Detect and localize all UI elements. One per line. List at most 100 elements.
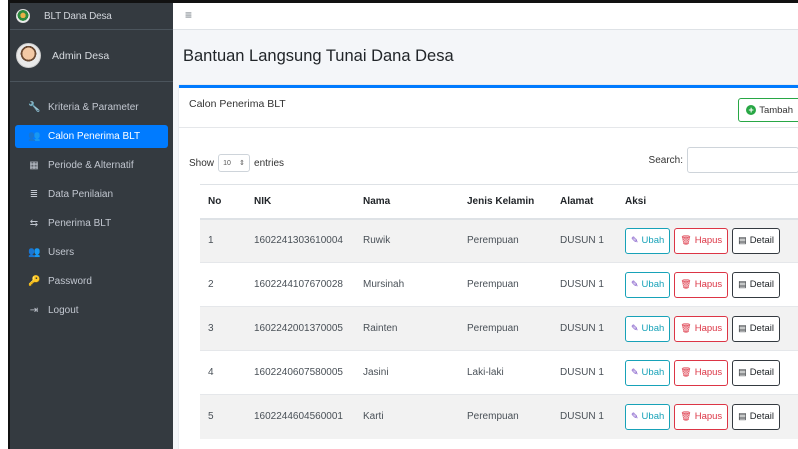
edit-button-label: Ubah xyxy=(641,279,665,290)
add-button-label: Tambah xyxy=(759,104,793,116)
hamburger-menu-icon[interactable]: ≡ xyxy=(185,8,192,22)
cell-actions: ✎ Ubah 🗑 Hapus ▤ Detail xyxy=(617,394,798,439)
cell-jenis-kelamin: Perempuan xyxy=(459,262,552,307)
cell-no: 4 xyxy=(200,350,246,395)
sidebar-item-logout[interactable]: ⇥ Logout xyxy=(15,299,168,322)
cell-alamat: DUSUN 1 xyxy=(552,306,617,351)
database-icon: ≣ xyxy=(29,189,39,200)
list-icon: ▤ xyxy=(738,279,747,289)
delete-button-label: Hapus xyxy=(694,279,723,290)
delete-button-label: Hapus xyxy=(694,323,723,334)
sidebar-item-periode-alternatif[interactable]: ▦ Periode & Alternatif xyxy=(15,154,168,177)
cell-nik: 1602244604560001 xyxy=(246,394,355,439)
column-header[interactable]: Aksi xyxy=(617,184,798,220)
column-header[interactable]: Alamat xyxy=(552,184,617,220)
users-icon: 👥 xyxy=(28,131,41,142)
key-icon: 🔑 xyxy=(28,276,41,287)
sidebar-item-label: Password xyxy=(48,276,92,287)
delete-button[interactable]: 🗑 Hapus xyxy=(674,271,729,298)
cell-jenis-kelamin: Perempuan xyxy=(459,218,552,263)
sidebar-item-label: Periode & Alternatif xyxy=(48,160,134,171)
column-header[interactable]: No xyxy=(200,184,246,220)
pencil-icon: ✎ xyxy=(631,411,639,422)
delete-button-label: Hapus xyxy=(694,411,723,423)
entries-label: entries xyxy=(254,157,285,169)
people-arrows-icon: ⇆ xyxy=(29,218,39,229)
detail-button-label: Detail xyxy=(749,367,774,378)
table-row: 4 1602240607580005 Jasini Laki-laki DUSUN 1 ✎… xyxy=(200,350,798,395)
pencil-icon: ✎ xyxy=(631,323,639,333)
sidebar-item-users[interactable]: 👥 Users xyxy=(15,241,168,264)
row-actions: ✎ Ubah 🗑 Hapus ▤ Detail xyxy=(625,271,798,298)
main-content: Bantuan Langsung Tunai Dana Desa Calon P… xyxy=(173,30,798,449)
data-table: No NIK Nama Jenis Kelamin Alamat Aksi 1 160224… xyxy=(200,184,798,439)
add-button[interactable]: + Tambah xyxy=(738,98,798,122)
app-window: BLT Dana Desa Admin Desa 🔧 Kriteria & Par… xyxy=(8,0,798,449)
user-group-icon: 👥 xyxy=(28,247,41,258)
pencil-icon: ✎ xyxy=(631,367,639,377)
detail-button[interactable]: ▤ Detail xyxy=(732,403,780,430)
column-header[interactable]: Jenis Kelamin xyxy=(459,184,552,220)
topbar: ≡ xyxy=(173,3,798,30)
detail-button[interactable]: ▤ Detail xyxy=(732,271,780,298)
card-header: Calon Penerima BLT + Tambah xyxy=(179,88,798,128)
row-actions: ✎ Ubah 🗑 Hapus ▤ Detail xyxy=(625,315,798,342)
brand[interactable]: BLT Dana Desa xyxy=(10,3,173,30)
row-actions: ✎ Ubah 🗑 Hapus ▤ Detail xyxy=(625,359,798,386)
cell-nama: Karti xyxy=(355,394,459,439)
edit-button[interactable]: ✎ Ubah xyxy=(625,271,671,298)
cell-nama: Mursinah xyxy=(355,262,459,307)
column-header[interactable]: Nama xyxy=(355,184,459,220)
cell-actions: ✎ Ubah 🗑 Hapus ▤ Detail xyxy=(617,218,798,263)
wrench-icon: 🔧 xyxy=(28,102,41,113)
trash-icon: 🗑 xyxy=(680,279,692,289)
sidebar-item-kriteria-parameter[interactable]: 🔧 Kriteria & Parameter xyxy=(15,96,168,119)
sort-caret-icon: ⇕ xyxy=(239,160,245,167)
sidebar-item-penerima-blt[interactable]: ⇆ Penerima BLT xyxy=(15,212,168,235)
cell-no: 1 xyxy=(200,218,246,263)
brand-title: BLT Dana Desa xyxy=(44,10,112,22)
edit-button[interactable]: ✎ Ubah xyxy=(625,227,671,254)
pencil-icon: ✎ xyxy=(631,235,639,246)
trash-icon: 🗑 xyxy=(680,411,692,422)
search-input[interactable] xyxy=(687,147,798,173)
card: Calon Penerima BLT + Tambah Show 10 ⇕ en… xyxy=(179,85,798,449)
sidebar-item-calon-penerima-blt[interactable]: 👥 Calon Penerima BLT xyxy=(15,125,168,148)
list-icon: ▤ xyxy=(738,323,747,333)
trash-icon: 🗑 xyxy=(680,367,692,377)
logo-icon xyxy=(16,9,30,23)
detail-button[interactable]: ▤ Detail xyxy=(732,359,780,386)
delete-button[interactable]: 🗑 Hapus xyxy=(674,227,729,254)
sidebar-item-data-penilaian[interactable]: ≣ Data Penilaian xyxy=(15,183,168,206)
card-title: Calon Penerima BLT xyxy=(189,98,286,110)
table-row: 1 1602241303610004 Ruwik Perempuan DUSUN 1 ✎ U… xyxy=(200,218,798,263)
pencil-icon: ✎ xyxy=(631,279,639,289)
detail-button-label: Detail xyxy=(749,411,774,423)
detail-button[interactable]: ▤ Detail xyxy=(732,315,780,342)
detail-button[interactable]: ▤ Detail xyxy=(732,227,780,254)
cell-jenis-kelamin: Laki-laki xyxy=(459,350,552,395)
edit-button[interactable]: ✎ Ubah xyxy=(625,403,671,430)
cell-actions: ✎ Ubah 🗑 Hapus ▤ Detail xyxy=(617,306,798,351)
trash-icon: 🗑 xyxy=(680,323,692,333)
edit-button[interactable]: ✎ Ubah xyxy=(625,359,671,386)
cell-nik: 1602242001370005 xyxy=(246,306,355,351)
sidebar-nav: 🔧 Kriteria & Parameter 👥 Calon Penerima BLT… xyxy=(10,82,173,322)
delete-button[interactable]: 🗑 Hapus xyxy=(674,403,729,430)
cell-nama: Ruwik xyxy=(355,218,459,263)
delete-button-label: Hapus xyxy=(694,367,723,378)
sidebar-item-password[interactable]: 🔑 Password xyxy=(15,270,168,293)
calendar-icon: ▦ xyxy=(29,160,39,171)
list-icon: ▤ xyxy=(738,367,747,377)
user-panel[interactable]: Admin Desa xyxy=(10,30,173,82)
table-header-row: No NIK Nama Jenis Kelamin Alamat Aksi xyxy=(200,184,798,220)
table-row: 5 1602244604560001 Karti Perempuan DUSUN 1 ✎ U… xyxy=(200,394,798,439)
cell-actions: ✎ Ubah 🗑 Hapus ▤ Detail xyxy=(617,350,798,395)
delete-button[interactable]: 🗑 Hapus xyxy=(674,315,729,342)
delete-button[interactable]: 🗑 Hapus xyxy=(674,359,729,386)
entries-select[interactable]: 10 ⇕ xyxy=(218,154,251,172)
trash-icon: 🗑 xyxy=(680,235,692,246)
avatar xyxy=(16,43,41,68)
edit-button[interactable]: ✎ Ubah xyxy=(625,315,671,342)
column-header[interactable]: NIK xyxy=(246,184,355,220)
